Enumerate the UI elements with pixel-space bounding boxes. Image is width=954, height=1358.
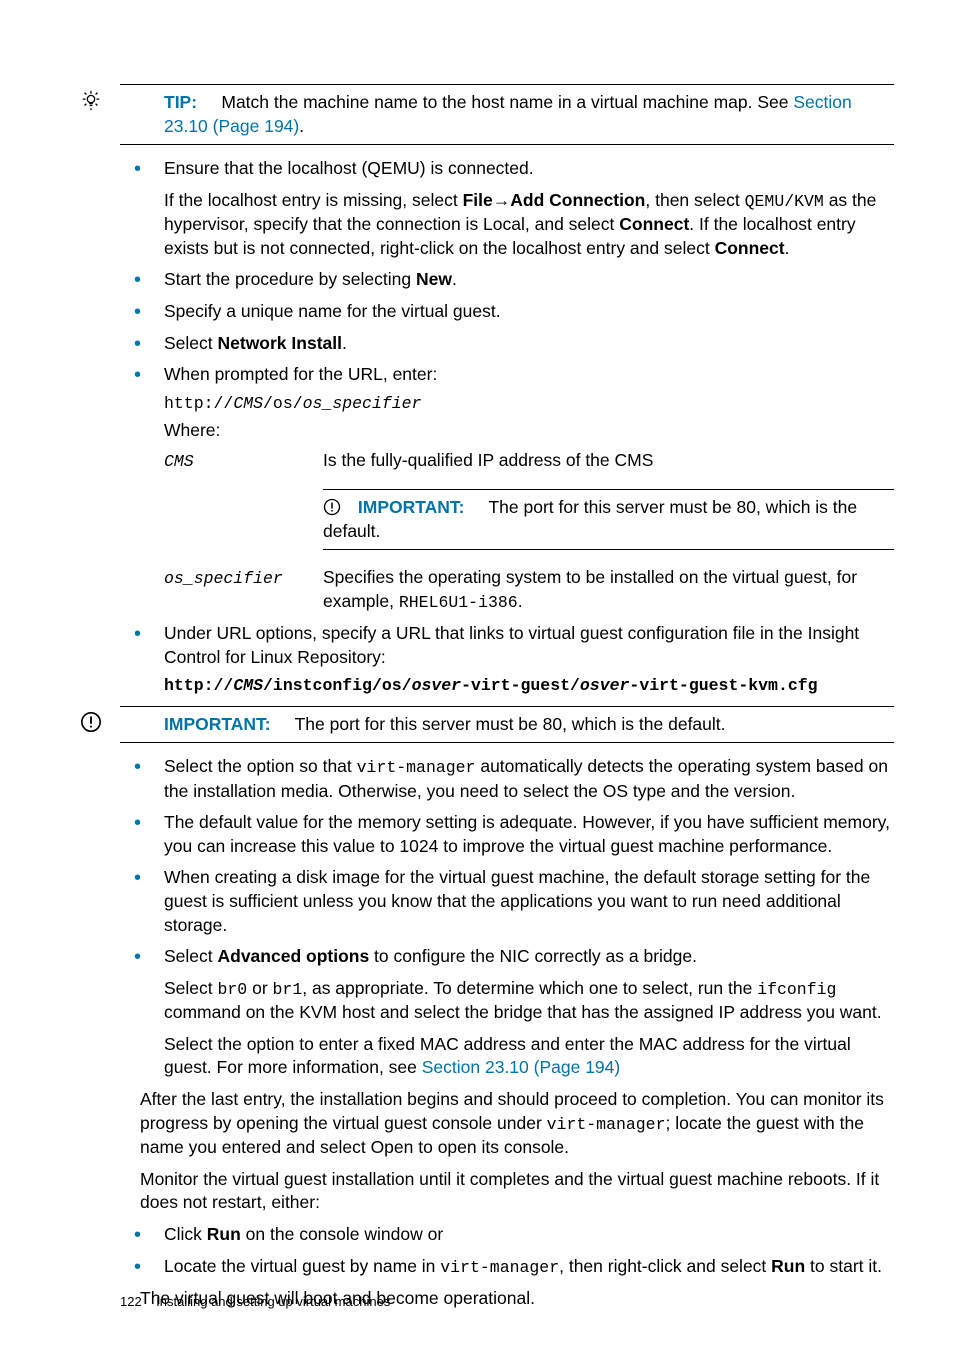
tip-text-a: Match the machine name to the host name …	[221, 92, 793, 112]
important-callout: IMPORTANT: The port for this server must…	[120, 706, 894, 744]
page: TIP: Match the machine name to the host …	[0, 0, 954, 1358]
localhost-b: If the localhost entry is missing, selec…	[164, 189, 894, 261]
step-urlopts: Under URL options, specify a URL that li…	[120, 622, 894, 698]
steps-list-1: Ensure that the localhost (QEMU) is conn…	[120, 157, 894, 697]
step-unique: Specify a unique name for the virtual gu…	[120, 300, 894, 324]
imp2-text: The port for this server must be 80, whi…	[295, 714, 726, 734]
step-url: When prompted for the URL, enter: http:/…	[120, 363, 894, 614]
after-p2: Monitor the virtual guest installation u…	[140, 1168, 894, 1215]
restart-run: Click Run on the console window or	[120, 1223, 894, 1247]
step-disk: When creating a disk image for the virtu…	[120, 866, 894, 937]
step-new: Start the procedure by selecting New.	[120, 268, 894, 292]
url-code: http://CMS/os/os_specifier	[164, 391, 894, 415]
important-icon	[80, 711, 102, 733]
step-autodetect: Select the option so that virt-manager a…	[120, 755, 894, 803]
step-netinstall: Select Network Install.	[120, 332, 894, 356]
step-advanced: Select Advanced options to configure the…	[120, 945, 894, 1080]
footer-title: Installing and setting up virtual machin…	[156, 1294, 390, 1309]
tip-callout: TIP: Match the machine name to the host …	[120, 84, 894, 145]
tip-label: TIP:	[164, 92, 197, 112]
restart-list: Click Run on the console window or Locat…	[120, 1223, 894, 1279]
steps-list-2: Select the option so that virt-manager a…	[120, 755, 894, 1080]
where-definitions: CMS Is the fully-qualified IP address of…	[164, 449, 894, 614]
imp2-label: IMPORTANT:	[164, 714, 271, 734]
step-localhost: Ensure that the localhost (QEMU) is conn…	[120, 157, 894, 260]
where-label: Where:	[164, 419, 894, 443]
important-inner: IMPORTANT: The port for this server must…	[323, 489, 894, 550]
url-prompt: When prompted for the URL, enter:	[164, 363, 894, 387]
urlopts-code: http://CMS/instconfig/os/osver-virt-gues…	[164, 673, 894, 697]
after-p1: After the last entry, the installation b…	[140, 1088, 894, 1160]
localhost-a: Ensure that the localhost (QEMU) is conn…	[164, 157, 894, 181]
tip-icon	[80, 89, 102, 111]
mac-link[interactable]: Section 23.10 (Page 194)	[422, 1057, 620, 1077]
def-spec: Specifies the operating system to be ins…	[323, 566, 894, 614]
restart-locate: Locate the virtual guest by name in virt…	[120, 1255, 894, 1279]
important-icon	[323, 498, 341, 516]
after-block: After the last entry, the installation b…	[120, 1088, 894, 1215]
def-cms: Is the fully-qualified IP address of the…	[323, 449, 894, 473]
imp1-label: IMPORTANT:	[358, 497, 465, 517]
term-cms: CMS	[164, 452, 194, 471]
page-number: 122	[120, 1294, 142, 1309]
term-spec: os_specifier	[164, 569, 283, 588]
urlopts-a: Under URL options, specify a URL that li…	[164, 622, 894, 669]
tip-text-b: .	[299, 116, 304, 136]
page-footer: 122 Installing and setting up virtual ma…	[120, 1293, 390, 1311]
step-memory: The default value for the memory setting…	[120, 811, 894, 858]
